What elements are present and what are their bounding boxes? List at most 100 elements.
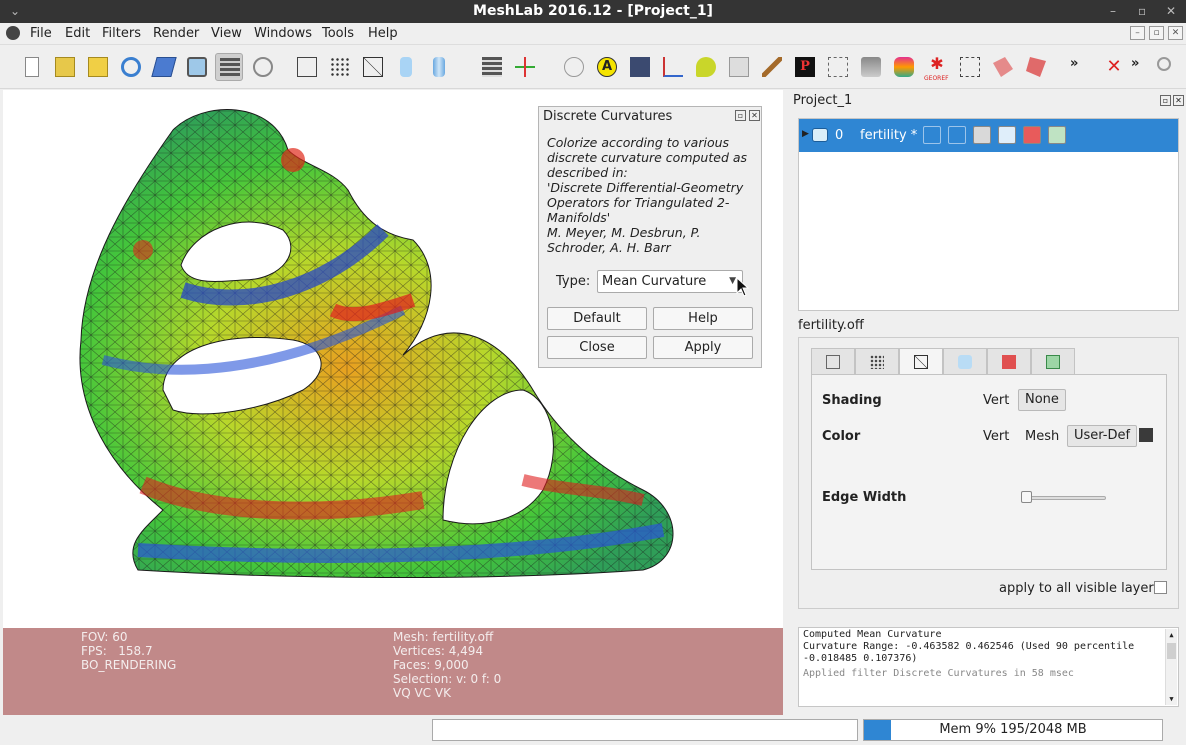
tab-color[interactable] (987, 348, 1031, 374)
memory-fill (864, 720, 891, 740)
layer-name[interactable]: fertility * (860, 128, 917, 143)
menu-render[interactable]: Render (153, 26, 199, 41)
layers-icon[interactable] (215, 53, 243, 81)
points-icon[interactable] (326, 53, 354, 81)
shading-vert-option[interactable]: Vert (983, 393, 1009, 408)
panel-close-icon[interactable]: ✕ (1173, 95, 1184, 106)
window-title: MeshLab 2016.12 - [Project_1] (473, 3, 713, 19)
render-properties-panel: Shading Vert None Color Vert Mesh User-D… (798, 337, 1179, 609)
scroll-up-icon[interactable]: ▲ (1166, 629, 1177, 641)
expand-icon[interactable]: ▶ (802, 129, 809, 139)
mutual-info-2-icon[interactable] (989, 53, 1017, 81)
new-icon[interactable] (18, 53, 46, 81)
help-button[interactable]: Help (653, 307, 753, 330)
layer-texture-icon[interactable] (1048, 126, 1066, 144)
pick-points-icon[interactable] (725, 53, 753, 81)
open-icon[interactable] (84, 53, 112, 81)
edge-width-handle[interactable] (1021, 491, 1032, 503)
axis-icon[interactable] (511, 53, 539, 81)
mdi-restore-icon[interactable]: ▫ (1149, 26, 1164, 40)
layer-bbox-icon[interactable] (923, 126, 941, 144)
menu-windows[interactable]: Windows (254, 26, 312, 41)
dialog-float-icon[interactable]: ▫ (735, 110, 746, 121)
vertex-count: Vertices: 4,494 (393, 644, 484, 658)
memory-bar: Mem 9% 195/2048 MB (863, 719, 1163, 741)
layer-points-icon[interactable] (948, 126, 966, 144)
mutual-info-icon[interactable] (758, 53, 786, 81)
tab-texture[interactable] (1031, 348, 1075, 374)
layer-wireframe-icon[interactable] (973, 126, 991, 144)
layer-index: 0 (835, 128, 844, 143)
app-icon[interactable] (6, 26, 20, 40)
tab-wireframe[interactable] (899, 348, 943, 375)
menu-tools[interactable]: Tools (322, 26, 354, 41)
flat-icon[interactable] (392, 53, 420, 81)
mdi-close-icon[interactable]: ✕ (1168, 26, 1183, 40)
color-swatch[interactable] (1139, 428, 1153, 442)
align-icon[interactable] (626, 53, 654, 81)
color-vert-option[interactable]: Vert (983, 429, 1009, 444)
select-faces-icon[interactable] (824, 53, 852, 81)
fov-readout: FOV: 60 (81, 630, 128, 644)
edge-width-slider[interactable] (1024, 496, 1106, 500)
projection-icon[interactable] (249, 53, 277, 81)
overflow-2-icon[interactable]: » (1127, 53, 1155, 81)
shading-none-button[interactable]: None (1018, 389, 1066, 411)
menu-file[interactable]: File (30, 26, 52, 41)
memory-label: Mem 9% 195/2048 MB (939, 722, 1087, 737)
select-region-icon[interactable] (890, 53, 918, 81)
save-icon[interactable] (150, 53, 178, 81)
reload-icon[interactable] (117, 53, 145, 81)
minimize-icon[interactable]: – (1110, 0, 1116, 23)
close-button[interactable]: Close (547, 336, 647, 359)
close-icon[interactable]: ✕ (1166, 0, 1176, 23)
sphere-icon[interactable] (560, 53, 588, 81)
log-scrollbar[interactable]: ▲ ▼ (1165, 629, 1177, 705)
annotation-icon[interactable]: A (593, 53, 621, 81)
tab-bbox[interactable] (811, 348, 855, 374)
curvature-type-select[interactable]: Mean Curvature ▼ (597, 270, 743, 293)
dialog-close-icon[interactable]: ✕ (749, 110, 760, 121)
visibility-eye-icon[interactable] (812, 128, 828, 142)
panel-float-icon[interactable]: ▫ (1160, 95, 1171, 106)
menu-edit[interactable]: Edit (65, 26, 90, 41)
smooth-icon[interactable] (425, 53, 453, 81)
default-button[interactable]: Default (547, 307, 647, 330)
select-vertices-icon[interactable]: P (791, 53, 819, 81)
color-userdef-button[interactable]: User-Def (1067, 425, 1138, 447)
discrete-curvatures-dialog: Discrete Curvatures ▫ ✕ Colorize accordi… (538, 106, 762, 368)
overflow-icon[interactable]: » (1064, 53, 1092, 81)
measure-icon[interactable] (659, 53, 687, 81)
window-menu-icon[interactable]: ⌄ (10, 0, 20, 23)
scroll-down-icon[interactable]: ▼ (1166, 693, 1177, 705)
layer-flat-icon[interactable] (998, 126, 1016, 144)
paint-icon[interactable] (692, 53, 720, 81)
snapshot-icon[interactable] (183, 53, 211, 81)
mdi-minimize-icon[interactable]: – (1130, 26, 1145, 40)
wireframe-icon[interactable] (359, 53, 387, 81)
layer-row[interactable]: ▶ 0 fertility * (799, 119, 1178, 152)
cut-icon[interactable] (1022, 53, 1050, 81)
apply-all-checkbox[interactable] (1154, 581, 1167, 594)
georef-icon[interactable]: ✱ GEOREF (923, 53, 951, 83)
mesh-name: Mesh: fertility.off (393, 630, 494, 644)
tab-solid[interactable] (943, 348, 987, 374)
zoom-icon[interactable] (1153, 53, 1181, 81)
open-project-icon[interactable] (51, 53, 79, 81)
menu-filters[interactable]: Filters (102, 26, 141, 41)
z-painting-icon[interactable] (857, 53, 885, 81)
type-label: Type: (556, 274, 591, 289)
tab-points[interactable] (855, 348, 899, 374)
scroll-thumb[interactable] (1167, 643, 1176, 659)
menu-view[interactable]: View (211, 26, 242, 41)
menu-help[interactable]: Help (368, 26, 398, 41)
restore-icon[interactable]: ▫ (1138, 0, 1146, 23)
textures-icon[interactable] (478, 53, 506, 81)
disable-icon[interactable]: ✕ (1100, 53, 1128, 81)
bbox-icon[interactable] (293, 53, 321, 81)
select-connected-icon[interactable] (956, 53, 984, 81)
apply-all-label: apply to all visible layers (999, 581, 1161, 596)
apply-button[interactable]: Apply (653, 336, 753, 359)
layer-color-icon[interactable] (1023, 126, 1041, 144)
color-mesh-option[interactable]: Mesh (1025, 429, 1059, 444)
